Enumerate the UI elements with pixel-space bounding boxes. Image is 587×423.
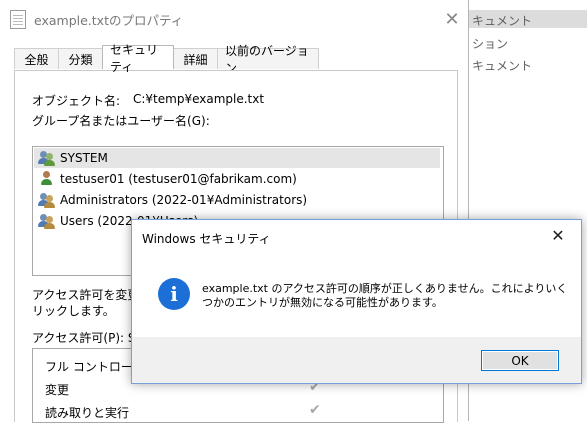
change-permission-hint-line1: アクセス許可を変更 — [32, 288, 140, 302]
properties-title-bar: example.txtのプロパティ — [10, 8, 183, 30]
background-item-1[interactable]: キュメント — [472, 12, 532, 29]
background-item-3[interactable]: キュメント — [472, 57, 532, 74]
group-icon — [38, 213, 56, 229]
user-icon — [38, 171, 56, 187]
background-item-2[interactable]: ション — [472, 35, 508, 52]
tab-bar: 全般 分類 セキュリティ 詳細 以前のバージョン — [14, 43, 319, 75]
dialog-title: Windows セキュリティ — [142, 232, 271, 246]
permission-name: 読み取りと実行 — [45, 406, 130, 420]
group-user-label: グループ名またはユーザー名(G): — [32, 114, 210, 128]
ok-button[interactable]: OK — [481, 350, 559, 371]
tab-security[interactable]: セキュリティ — [102, 43, 174, 74]
dialog-content-area: Windows セキュリティ ✕ i example.txt のアクセス許可の順… — [132, 220, 581, 337]
group-icon — [38, 150, 56, 166]
user-row-administrators[interactable]: Administrators (2022-01¥Administrators) — [34, 190, 440, 210]
close-icon[interactable]: ✕ — [442, 10, 462, 30]
document-icon — [10, 9, 26, 29]
close-icon[interactable]: ✕ — [546, 226, 570, 246]
allow-check-icon: ✔ — [309, 402, 321, 418]
object-name-value: C:¥temp¥example.txt — [133, 92, 265, 106]
security-warning-dialog: Windows セキュリティ ✕ i example.txt のアクセス許可の順… — [131, 219, 582, 384]
info-icon: i — [158, 278, 190, 310]
permission-name: フル コントロール — [45, 360, 145, 374]
permissions-label: アクセス許可(P): SY — [32, 331, 143, 345]
tab-classification[interactable]: 分類 — [58, 48, 103, 69]
user-row-testuser01[interactable]: testuser01 (testuser01@fabrikam.com) — [34, 169, 440, 189]
group-icon — [38, 192, 56, 208]
user-name: Administrators (2022-01¥Administrators) — [60, 193, 308, 207]
tab-general[interactable]: 全般 — [14, 48, 59, 69]
user-row-system[interactable]: SYSTEM — [34, 148, 440, 168]
user-name: SYSTEM — [60, 151, 108, 165]
tab-details[interactable]: 詳細 — [173, 48, 218, 69]
properties-title: example.txtのプロパティ — [34, 12, 184, 28]
warning-message: example.txt のアクセス許可の順序が正しくありません。これによりいくつ… — [202, 282, 568, 309]
user-name: testuser01 (testuser01@fabrikam.com) — [60, 172, 297, 186]
permission-name: 変更 — [45, 383, 70, 397]
tab-previous-versions[interactable]: 以前のバージョン — [217, 44, 319, 75]
change-permission-hint-line2: リックします。 — [32, 304, 115, 318]
object-name-label: オブジェクト名: — [32, 94, 121, 108]
